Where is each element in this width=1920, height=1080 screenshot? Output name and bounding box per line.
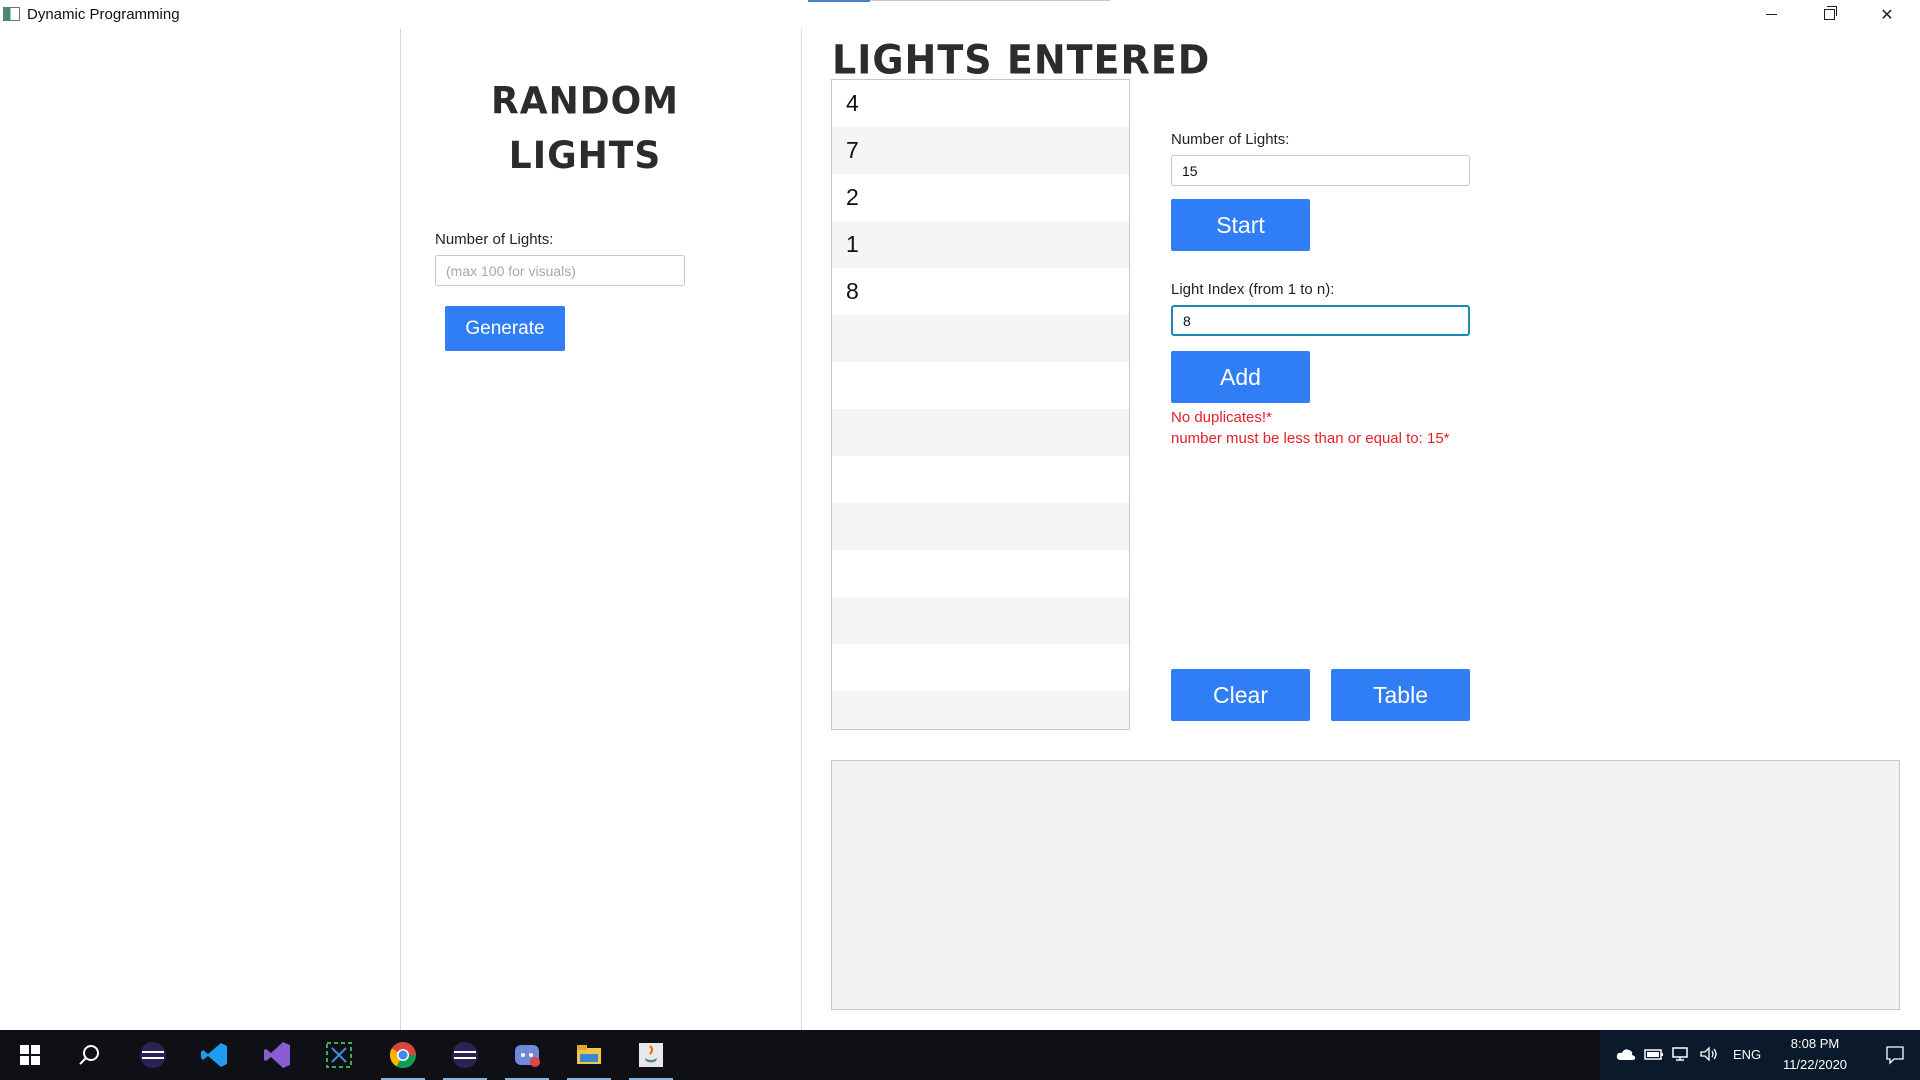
list-item-empty[interactable] [832,362,1129,409]
java-icon [639,1043,663,1067]
random-title-line1: Random [490,79,680,123]
app-icon [3,7,20,21]
list-item-empty[interactable] [832,644,1129,691]
number-of-lights-label: Number of Lights: [1171,131,1290,148]
light-index-input[interactable] [1171,305,1470,336]
left-panel [0,29,401,1030]
taskbar-vscode[interactable] [190,1030,240,1080]
clear-button[interactable]: Clear [1171,669,1310,721]
title-bar: Dynamic Programming ✕ [0,0,1920,29]
list-item-empty[interactable] [832,315,1129,362]
taskbar-discord[interactable] [502,1030,552,1080]
taskbar-file-explorer[interactable] [564,1030,614,1080]
taskbar-java[interactable] [626,1030,676,1080]
taskbar: ENG 8:08 PM 11/22/2020 [0,1030,1920,1080]
language-indicator[interactable]: ENG [1733,1047,1761,1062]
visual-studio-icon [264,1042,290,1068]
list-item-empty[interactable] [832,503,1129,550]
eclipse-icon [140,1042,166,1068]
battery-icon[interactable] [1644,1047,1664,1061]
list-item-empty[interactable] [832,691,1129,729]
taskbar-chrome[interactable] [378,1030,428,1080]
lights-entered-title: Lights Entered [832,36,1211,84]
generate-button[interactable]: Generate [445,306,565,351]
error-duplicates: No duplicates!* [1171,409,1272,426]
list-item[interactable]: 7 [832,127,1129,174]
list-item-empty[interactable] [832,456,1129,503]
random-title-line2: Lights [508,134,662,178]
lights-list[interactable]: 4 7 2 1 8 [831,79,1130,730]
close-icon: ✕ [1880,6,1894,24]
close-button[interactable]: ✕ [1858,0,1916,29]
title-divider [870,0,1110,1]
chrome-icon [389,1042,417,1069]
list-item[interactable]: 8 [832,268,1129,315]
restore-button[interactable] [1800,0,1858,29]
list-item-empty[interactable] [832,597,1129,644]
start-button[interactable]: Start [1171,199,1310,251]
random-number-label: Number of Lights: [435,231,554,248]
clock-time[interactable]: 8:08 PM [1770,1036,1860,1051]
vscode-icon [201,1043,227,1067]
volume-icon[interactable] [1699,1046,1719,1062]
minimize-button[interactable] [1742,0,1800,29]
error-range: number must be less than or equal to: 15… [1171,430,1450,447]
snip-tool-icon [326,1042,352,1068]
taskbar-snip-tool[interactable] [314,1030,364,1080]
clock-date[interactable]: 11/22/2020 [1770,1057,1860,1072]
number-of-lights-input[interactable] [1171,155,1470,186]
taskbar-search-button[interactable] [65,1030,115,1080]
system-tray: ENG 8:08 PM 11/22/2020 [1600,1030,1920,1080]
discord-icon [515,1045,540,1067]
random-lights-title: Random Lights [450,74,720,183]
list-item-empty[interactable] [832,550,1129,597]
list-item[interactable]: 1 [832,221,1129,268]
list-item[interactable]: 2 [832,174,1129,221]
add-button[interactable]: Add [1171,351,1310,403]
visual-output-area [831,760,1900,1010]
title-accent [808,0,870,2]
taskbar-eclipse[interactable] [128,1030,178,1080]
windows-start-button[interactable] [5,1030,55,1080]
taskbar-eclipse-2[interactable] [440,1030,490,1080]
panel-divider [801,29,802,1030]
notification-icon[interactable] [1885,1045,1905,1065]
windows-start-icon [20,1045,40,1065]
onedrive-icon[interactable] [1616,1047,1636,1061]
restore-icon [1823,6,1837,20]
table-button[interactable]: Table [1331,669,1470,721]
search-icon [79,1045,99,1065]
light-index-label: Light Index (from 1 to n): [1171,281,1335,298]
list-item-empty[interactable] [832,409,1129,456]
eclipse-icon-2 [452,1042,478,1068]
minimize-icon [1765,14,1777,15]
file-explorer-icon [577,1045,601,1064]
network-icon[interactable] [1671,1046,1691,1062]
taskbar-visual-studio[interactable] [252,1030,302,1080]
random-number-input[interactable] [435,255,685,286]
list-item[interactable]: 4 [832,80,1129,127]
window-title: Dynamic Programming [27,6,180,23]
